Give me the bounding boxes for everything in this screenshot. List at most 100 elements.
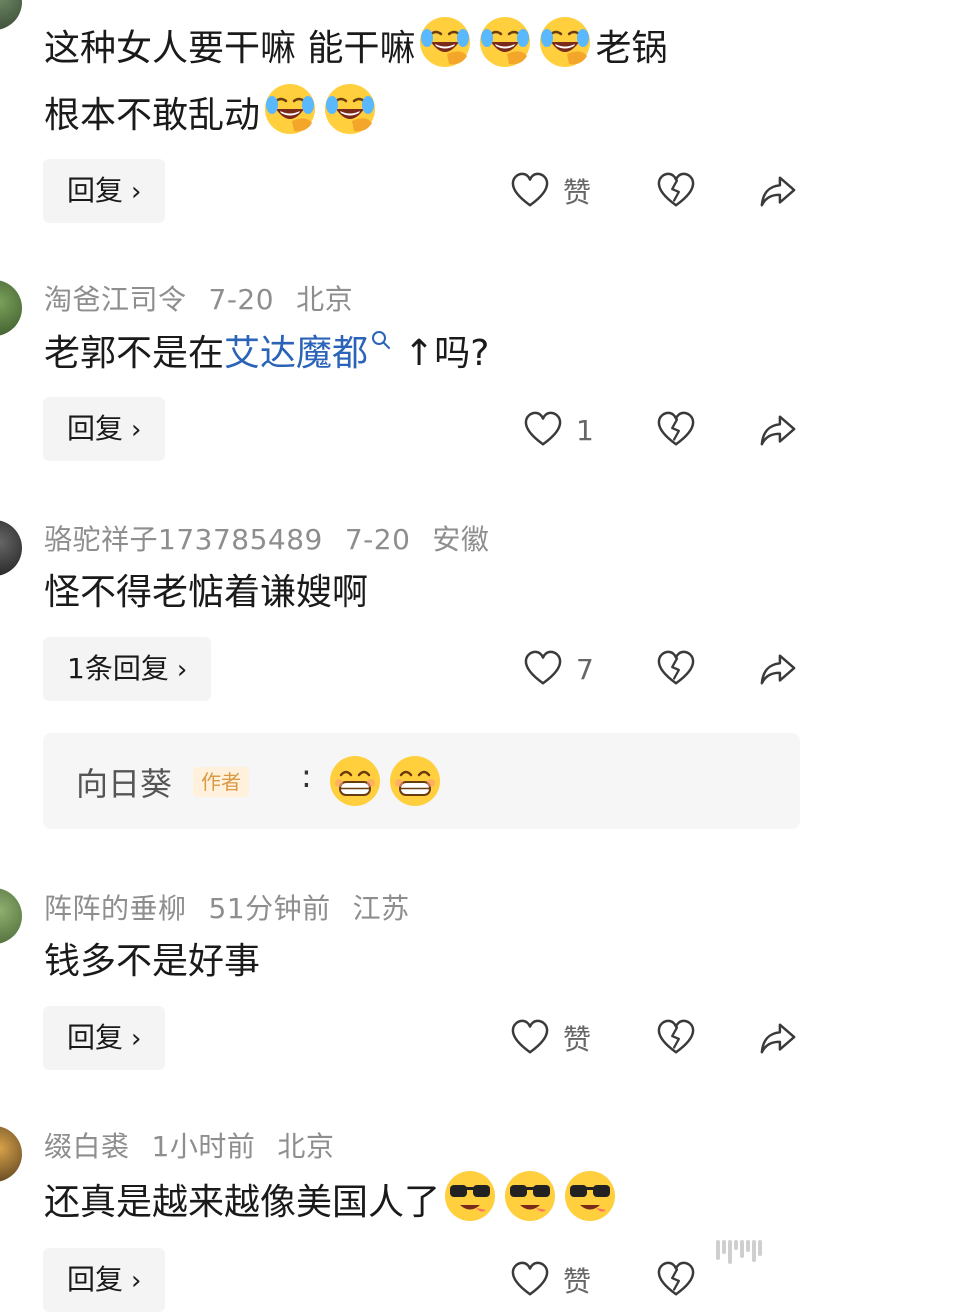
reply-label: 回复	[67, 174, 124, 207]
share-button[interactable]	[759, 645, 797, 693]
comment-meta: 阵阵的垂柳 51分钟前 江苏	[44, 887, 410, 927]
comment-location: 江苏	[352, 892, 410, 925]
broken-heart-icon	[657, 1019, 695, 1057]
heart-outline-icon	[524, 411, 562, 449]
reply-label: 1条回复	[67, 652, 169, 685]
comment-text: 这种女人要干嘛 能干嘛 老锅 根本不敢乱动	[44, 14, 804, 148]
watermark	[716, 1240, 762, 1264]
comment-meta: 淘爸江司令 7-20 北京	[44, 278, 353, 318]
comment-location: 北京	[277, 1130, 335, 1163]
comment-text: 还真是越来越像美国人了	[44, 1168, 804, 1235]
comment-text-part: 老锅	[595, 28, 668, 69]
dislike-button[interactable]	[657, 645, 695, 693]
comment-text-part: ↑吗?	[404, 333, 490, 374]
laughing-crying-emoji-icon	[537, 14, 593, 70]
share-arrow-icon	[759, 1019, 797, 1057]
comment-text-part: 老郭不是在	[44, 333, 225, 374]
username[interactable]: 淘爸江司令	[44, 283, 187, 316]
comment-text-part: 钱多不是好事	[44, 941, 261, 982]
grinning-emoji-icon	[327, 753, 383, 809]
reply-label: 回复	[67, 1021, 124, 1054]
reply-button[interactable]: 回复 ›	[43, 1248, 166, 1312]
author-badge: 作者	[193, 767, 249, 797]
share-arrow-icon	[759, 172, 797, 210]
like-count: 1	[576, 413, 594, 447]
comment-date: 1小时前	[151, 1130, 256, 1163]
reply-label: 回复	[67, 412, 124, 445]
like-button[interactable]: 赞	[511, 1256, 591, 1304]
broken-heart-icon	[657, 650, 695, 688]
dislike-button[interactable]	[657, 1256, 695, 1304]
avatar[interactable]	[0, 520, 22, 576]
broken-heart-icon	[657, 1261, 695, 1299]
sub-reply-preview[interactable]: 向日葵 作者 :	[43, 733, 800, 829]
chevron-right-icon: ›	[131, 1024, 142, 1054]
like-label: 赞	[563, 1265, 592, 1298]
chevron-right-icon: ›	[131, 177, 142, 207]
chevron-right-icon: ›	[176, 655, 188, 685]
sub-reply-author[interactable]: 向日葵	[76, 759, 172, 805]
share-button[interactable]	[759, 406, 797, 454]
laughing-crying-emoji-icon	[262, 81, 318, 137]
comment-text-part: 还真是越来越像美国人了	[44, 1182, 441, 1223]
avatar[interactable]	[0, 1126, 22, 1182]
comment-text: 怪不得老惦着谦嫂啊	[44, 561, 804, 625]
like-button[interactable]: 7	[524, 645, 594, 693]
comment-date: 7-20	[208, 283, 275, 316]
sunglasses-emoji-icon	[502, 1168, 558, 1224]
dislike-button[interactable]	[657, 167, 695, 215]
comment-text-part: 这种女人要干嘛 能干嘛	[44, 28, 416, 69]
heart-outline-icon	[511, 1261, 549, 1299]
sub-reply-colon: :	[301, 757, 312, 795]
like-label: 赞	[563, 1023, 592, 1056]
comment-location: 安徽	[432, 523, 490, 556]
username[interactable]: 缀白裘	[44, 1130, 130, 1163]
comment-date: 7-20	[344, 523, 411, 556]
broken-heart-icon	[657, 411, 695, 449]
comment-text-part: 怪不得老惦着谦嫂啊	[44, 572, 369, 613]
chevron-right-icon: ›	[131, 415, 142, 445]
broken-heart-icon	[657, 172, 695, 210]
search-icon	[372, 331, 391, 349]
share-button[interactable]	[759, 1014, 797, 1062]
like-button[interactable]: 1	[524, 406, 594, 454]
heart-outline-icon	[511, 1019, 549, 1057]
like-count: 7	[576, 652, 594, 686]
avatar[interactable]	[0, 280, 22, 336]
comment-text-part: 根本不敢乱动	[44, 95, 261, 136]
like-label: 赞	[563, 176, 592, 209]
comment-meta: 缀白裘 1小时前 北京	[44, 1125, 334, 1165]
share-arrow-icon	[759, 650, 797, 688]
avatar[interactable]	[0, 888, 22, 944]
reply-button[interactable]: 回复 ›	[43, 397, 166, 461]
like-button[interactable]: 赞	[511, 1014, 591, 1062]
sunglasses-emoji-icon	[442, 1168, 498, 1224]
chevron-right-icon: ›	[131, 1266, 142, 1296]
share-arrow-icon	[759, 411, 797, 449]
heart-outline-icon	[511, 172, 549, 210]
username[interactable]: 阵阵的垂柳	[44, 892, 187, 925]
reply-button[interactable]: 回复 ›	[43, 159, 166, 223]
view-replies-button[interactable]: 1条回复 ›	[43, 637, 212, 701]
laughing-crying-emoji-icon	[477, 14, 533, 70]
comment-text: 老郭不是在艾达魔都 ↑吗?	[44, 322, 804, 386]
search-link[interactable]: 艾达魔都	[224, 331, 392, 374]
comment-location: 北京	[296, 283, 354, 316]
heart-outline-icon	[524, 650, 562, 688]
comment-text: 钱多不是好事	[44, 930, 804, 994]
laughing-crying-emoji-icon	[322, 81, 378, 137]
reply-button[interactable]: 回复 ›	[43, 1006, 166, 1070]
share-button[interactable]	[759, 167, 797, 215]
sunglasses-emoji-icon	[562, 1168, 618, 1224]
laughing-crying-emoji-icon	[417, 14, 473, 70]
like-button[interactable]: 赞	[511, 167, 591, 215]
dislike-button[interactable]	[657, 1014, 695, 1062]
grinning-emoji-icon	[387, 753, 443, 809]
sub-reply-text	[325, 753, 445, 809]
username[interactable]: 骆驼祥子173785489	[44, 523, 323, 556]
dislike-button[interactable]	[657, 406, 695, 454]
comment-meta: 骆驼祥子173785489 7-20 安徽	[44, 518, 489, 558]
comment-date: 51分钟前	[208, 892, 331, 925]
search-link-text: 艾达魔都	[224, 333, 369, 374]
avatar[interactable]	[0, 0, 22, 30]
